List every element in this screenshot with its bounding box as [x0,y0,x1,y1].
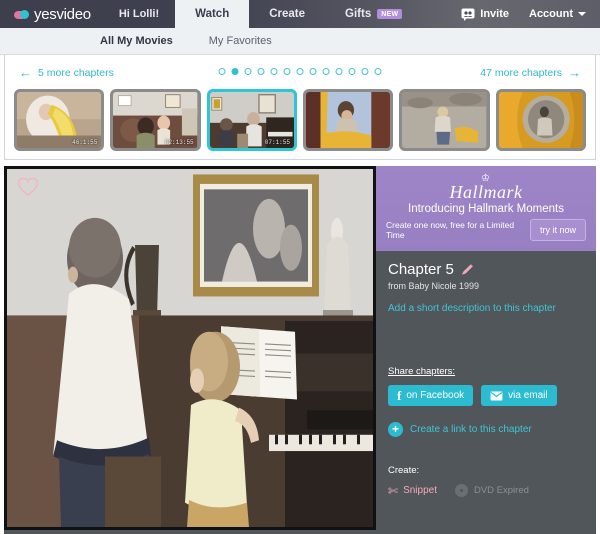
chapter-thumb-3-timecode: 07:1:55 [264,139,290,146]
share-buttons-group: f on Facebook via email [388,385,584,406]
nav-tab-watch[interactable]: Watch [175,0,250,28]
chapter-title-row: Chapter 5 [388,261,584,278]
status-badge-new: NEW [377,9,403,19]
pagination-dot-9[interactable] [322,68,330,75]
selected-chapter-pointer [243,150,261,151]
chapter-pagination-dots[interactable] [218,68,382,75]
create-link-row[interactable]: + Create a link to this chapter [388,422,584,437]
pagination-dot-2[interactable] [231,68,239,75]
pagination-dot-1[interactable] [218,68,226,75]
create-dvd-button: DVD Expired [454,484,529,497]
heart-outline-icon[interactable] [17,177,39,197]
chapter-thumb-1-timecode: 46:1:55 [72,139,98,146]
pagination-dot-11[interactable] [348,68,356,75]
previous-chapters-button[interactable]: ← 5 more chapters [19,66,114,79]
arrow-left-icon: ← [19,65,32,80]
pagination-dot-6[interactable] [283,68,291,75]
chapter-thumb-1[interactable]: 46:1:55 [14,89,105,151]
share-facebook-label: on Facebook [406,390,465,401]
promo-cta-row: Create one now, free for a Limited Time … [386,219,586,241]
page-title: Chapter 5 [388,261,454,278]
invite-speech-bubble-icon [461,8,475,21]
account-label: Account [529,8,573,20]
user-greeting[interactable]: Hi Lolli! [103,0,175,28]
promo-subtext: Create one now, free for a Limited Time [386,220,515,240]
subnav-item-all-my-movies[interactable]: All My Movies [82,35,191,47]
next-chapters-button[interactable]: 47 more chapters → [480,66,581,79]
chevron-down-icon [578,12,586,16]
nav-tab-gifts-label: Gifts [345,8,372,20]
previous-chapters-label: 5 more chapters [38,66,114,79]
top-navigation-bar: yesvideo Hi Lolli! Watch Create Gifts NE… [0,0,600,28]
pagination-dot-3[interactable] [244,68,252,75]
sidebar-body: Chapter 5 from Baby Nicole 1999 Add a sh… [376,251,596,497]
next-chapters-label: 47 more chapters [480,66,562,79]
hallmark-brand-name: Hallmark [449,182,523,202]
logo-text: yesvideo [34,5,91,23]
app-root: yesvideo Hi Lolli! Watch Create Gifts NE… [0,0,600,534]
chapter-thumb-6-image [498,92,583,148]
arrow-right-icon: → [568,65,581,80]
chapter-thumb-4-image [305,92,391,148]
share-email-label: via email [508,390,548,401]
video-frame [7,169,373,527]
chapter-thumb-2-timecode: 02:13:55 [164,139,194,146]
video-still-image [7,169,373,527]
nav-right-group: Invite Account [461,0,600,28]
chapter-thumb-6[interactable] [495,89,586,151]
chapter-strip: ← 5 more chapters 47 more chapters → 46:… [4,55,596,160]
sidebar-footer-spacer [4,530,596,534]
scissors-icon: ✄ [388,483,399,498]
chapter-thumb-5-image [402,92,487,148]
account-menu[interactable]: Account [529,8,586,20]
hallmark-logo: ♔ Hallmark [386,174,586,202]
share-section-label: Share chapters: [388,366,456,377]
chapter-thumbnail-list: 46:1:55 02:13:55 07:1:55 [5,89,595,151]
hallmark-promo-banner[interactable]: ♔ Hallmark Introducing Hallmark Moments … [376,166,596,251]
create-snippet-label: Snippet [403,485,437,496]
share-facebook-button[interactable]: f on Facebook [388,385,474,406]
chapter-source: from Baby Nicole 1999 [388,281,480,291]
add-description-link[interactable]: Add a short description to this chapter [388,303,584,314]
pagination-dot-4[interactable] [257,68,265,75]
create-link-label: Create a link to this chapter [410,424,532,435]
pagination-dot-5[interactable] [270,68,278,75]
nav-tab-gifts[interactable]: Gifts NEW [325,0,422,28]
video-player[interactable] [4,166,376,530]
pagination-dot-10[interactable] [335,68,343,75]
main-content-row: ♔ Hallmark Introducing Hallmark Moments … [4,166,596,530]
envelope-icon [490,390,503,401]
chapter-strip-header: ← 5 more chapters 47 more chapters → [5,55,595,89]
chapter-thumb-4[interactable] [302,89,394,151]
chapter-thumb-5[interactable] [399,89,490,151]
create-section-label: Create: [388,465,420,476]
chapter-thumb-2[interactable]: 02:13:55 [110,89,201,151]
secondary-navigation: All My Movies My Favorites [0,28,600,55]
pagination-dot-7[interactable] [296,68,304,75]
pagination-dot-12[interactable] [361,68,369,75]
chapter-thumb-3[interactable]: 07:1:55 [206,89,297,151]
nav-tab-watch-label: Watch [195,8,230,20]
promo-headline: Introducing Hallmark Moments [408,203,564,215]
facebook-icon: f [397,388,402,403]
invite-label: Invite [480,8,509,20]
share-email-button[interactable]: via email [481,385,557,406]
invite-button[interactable]: Invite [461,8,509,21]
nav-tab-create-label: Create [269,8,306,20]
create-snippet-button[interactable]: ✄ Snippet [388,483,437,498]
disc-icon [454,484,468,497]
plus-circle-icon: + [388,422,403,437]
yesvideo-logo-icon [14,9,30,19]
pagination-dot-13[interactable] [374,68,382,75]
create-dvd-label: DVD Expired [473,485,529,496]
pagination-dot-8[interactable] [309,68,317,75]
subnav-item-my-favorites[interactable]: My Favorites [191,35,290,47]
try-it-now-button[interactable]: try it now [529,219,586,241]
create-actions-row: ✄ Snippet DVD Expired [388,484,584,497]
brand-logo[interactable]: yesvideo [0,0,103,28]
pencil-edit-icon[interactable] [461,263,474,276]
chapter-sidebar: ♔ Hallmark Introducing Hallmark Moments … [376,166,596,530]
nav-tab-create[interactable]: Create [249,0,325,28]
